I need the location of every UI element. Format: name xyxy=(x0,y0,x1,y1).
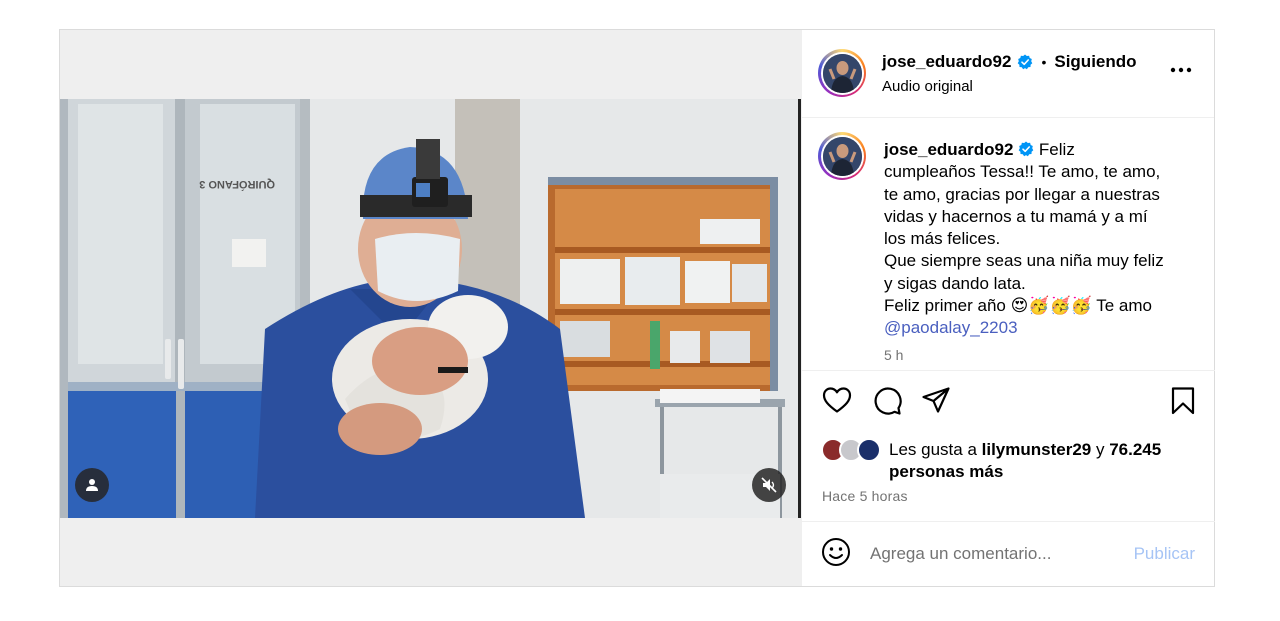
likes-text: Les gusta a lilymunster29 y 76.245 perso… xyxy=(889,440,1162,481)
caption-line: te amo, gracias por llegar a nuestras xyxy=(884,184,1160,204)
caption-line: Feliz primer año 😍🥳🥳🥳 Te amo xyxy=(884,296,1152,316)
caption-line: y sigas dando lata. xyxy=(884,273,1026,293)
post-side-panel: jose_eduardo92 • Siguiendo Audio origina… xyxy=(801,30,1215,586)
more-options-icon xyxy=(1170,67,1192,73)
separator-dot: • xyxy=(1041,54,1047,70)
caption-line: cumpleaños Tessa!! Te amo, te amo, xyxy=(884,162,1161,182)
caption-line: vidas y hacernos a tu mamá y a mí xyxy=(884,206,1148,226)
comment-button[interactable] xyxy=(872,386,902,421)
bookmark-icon xyxy=(1171,387,1195,415)
user-tag-button[interactable] xyxy=(75,468,109,502)
likes-summary: Les gusta a lilymunster29 y 76.245 perso… xyxy=(821,438,1219,483)
caption-line: Feliz xyxy=(1038,140,1075,159)
save-button[interactable] xyxy=(1170,386,1196,421)
muted-speaker-icon xyxy=(761,477,777,493)
caption-avatar[interactable] xyxy=(818,132,866,180)
post-header: jose_eduardo92 • Siguiendo Audio origina… xyxy=(802,30,1214,118)
caption-text: jose_eduardo92 Feliz cumpleaños Tessa!! … xyxy=(884,139,1194,340)
emoji-icon xyxy=(822,537,850,566)
posted-time[interactable]: Hace 5 horas xyxy=(822,488,908,504)
instagram-post-modal: QUIRÓFANO 3 jose_eduardo92 • Siguiendo A… xyxy=(59,29,1215,587)
mention-link[interactable]: @paodalay_2203 xyxy=(884,317,1194,339)
comment-composer: Publicar xyxy=(802,521,1215,586)
door-sign-text: QUIRÓFANO 3 xyxy=(199,178,275,191)
verified-badge-icon xyxy=(1018,54,1033,70)
caption-line: los más felices. xyxy=(884,229,1001,249)
caption-section: jose_eduardo92 Feliz cumpleaños Tessa!! … xyxy=(802,118,1215,371)
liker-avatar xyxy=(857,438,881,462)
post-media: QUIRÓFANO 3 xyxy=(60,30,801,586)
liker-avatars[interactable] xyxy=(821,438,885,462)
video-frame: QUIRÓFANO 3 xyxy=(60,99,801,518)
user-icon xyxy=(86,479,98,491)
emoji-button[interactable] xyxy=(821,537,851,572)
heart-icon xyxy=(822,387,852,413)
comment-icon xyxy=(874,387,902,415)
action-bar xyxy=(802,386,1215,422)
audio-label[interactable]: Audio original xyxy=(882,78,973,95)
video-player[interactable]: QUIRÓFANO 3 xyxy=(60,99,801,518)
liker-username[interactable]: lilymunster29 xyxy=(982,440,1092,459)
author-username[interactable]: jose_eduardo92 xyxy=(882,52,1011,72)
author-avatar[interactable] xyxy=(818,49,866,97)
mute-toggle-button[interactable] xyxy=(752,468,786,502)
like-button[interactable] xyxy=(822,386,852,419)
caption-line: Que siempre seas una niña muy feliz xyxy=(884,251,1164,271)
verified-badge-icon xyxy=(1018,141,1034,157)
publish-button[interactable]: Publicar xyxy=(1134,544,1195,564)
caption-timestamp[interactable]: 5 h xyxy=(884,347,903,363)
following-button[interactable]: Siguiendo xyxy=(1054,52,1136,72)
share-button[interactable] xyxy=(921,386,951,419)
share-icon xyxy=(922,387,950,413)
comment-input[interactable] xyxy=(870,544,1120,564)
caption-username[interactable]: jose_eduardo92 xyxy=(884,140,1013,159)
more-options-button[interactable] xyxy=(1170,60,1192,78)
